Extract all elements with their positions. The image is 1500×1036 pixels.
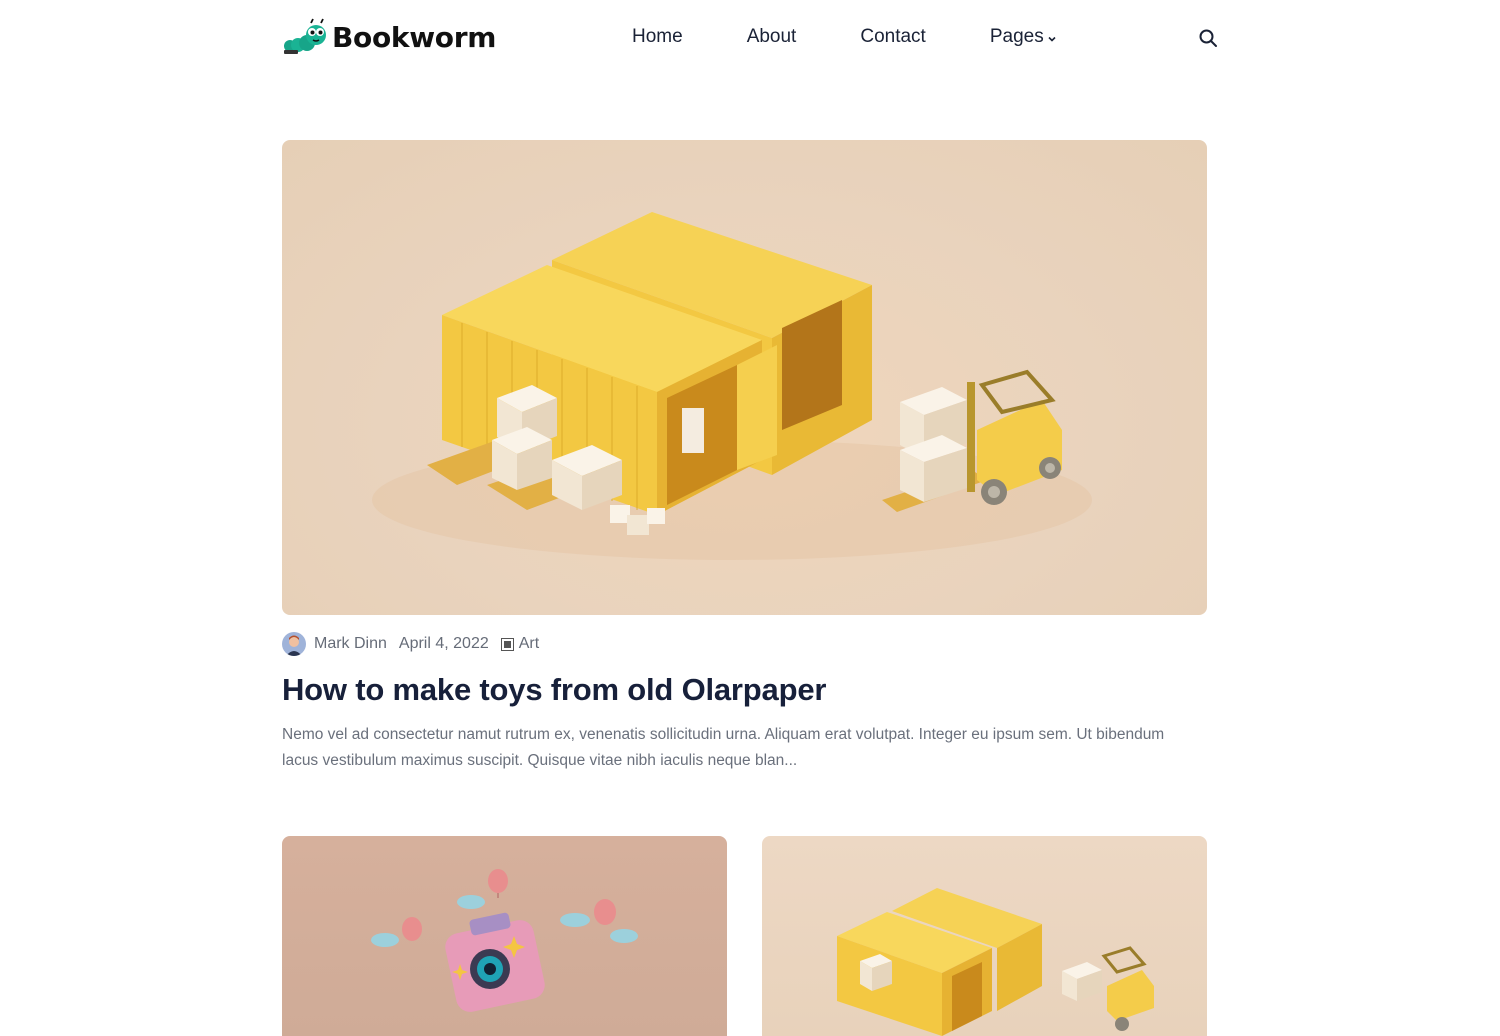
brand-name: Bookworm bbox=[332, 20, 497, 54]
author-avatar[interactable] bbox=[282, 632, 306, 656]
chevron-down-icon bbox=[1048, 36, 1056, 42]
main-nav: Home About Contact Pages bbox=[632, 26, 1057, 48]
featured-post-image[interactable] bbox=[282, 140, 1207, 615]
category-icon bbox=[500, 637, 514, 651]
post-meta: Mark Dinn April 4, 2022 Art bbox=[282, 632, 539, 656]
site-header: Bookworm Home About Contact Pages bbox=[282, 14, 1218, 62]
nav-home[interactable]: Home bbox=[632, 26, 683, 48]
nav-about[interactable]: About bbox=[747, 26, 797, 48]
site-logo[interactable]: Bookworm bbox=[282, 18, 496, 56]
camera-balloons-illustration bbox=[371, 869, 638, 1012]
bookworm-logo-icon bbox=[284, 18, 326, 54]
post-card-image[interactable] bbox=[762, 836, 1207, 1036]
author-name[interactable]: Mark Dinn bbox=[314, 635, 387, 653]
containers-illustration-small bbox=[837, 888, 1154, 1036]
post-date: April 4, 2022 bbox=[398, 635, 489, 652]
post-title[interactable]: How to make toys from old Olarpaper bbox=[282, 672, 826, 708]
post-category[interactable]: Art bbox=[519, 635, 539, 653]
post-card-image[interactable] bbox=[282, 836, 727, 1036]
nav-pages-dropdown[interactable]: Pages bbox=[990, 26, 1057, 48]
nav-pages-label: Pages bbox=[989, 26, 1044, 47]
containers-illustration bbox=[372, 212, 1092, 560]
nav-contact[interactable]: Contact bbox=[860, 26, 925, 48]
post-excerpt: Nemo vel ad consectetur namut rutrum ex,… bbox=[282, 726, 1165, 769]
search-icon[interactable] bbox=[1198, 28, 1218, 48]
